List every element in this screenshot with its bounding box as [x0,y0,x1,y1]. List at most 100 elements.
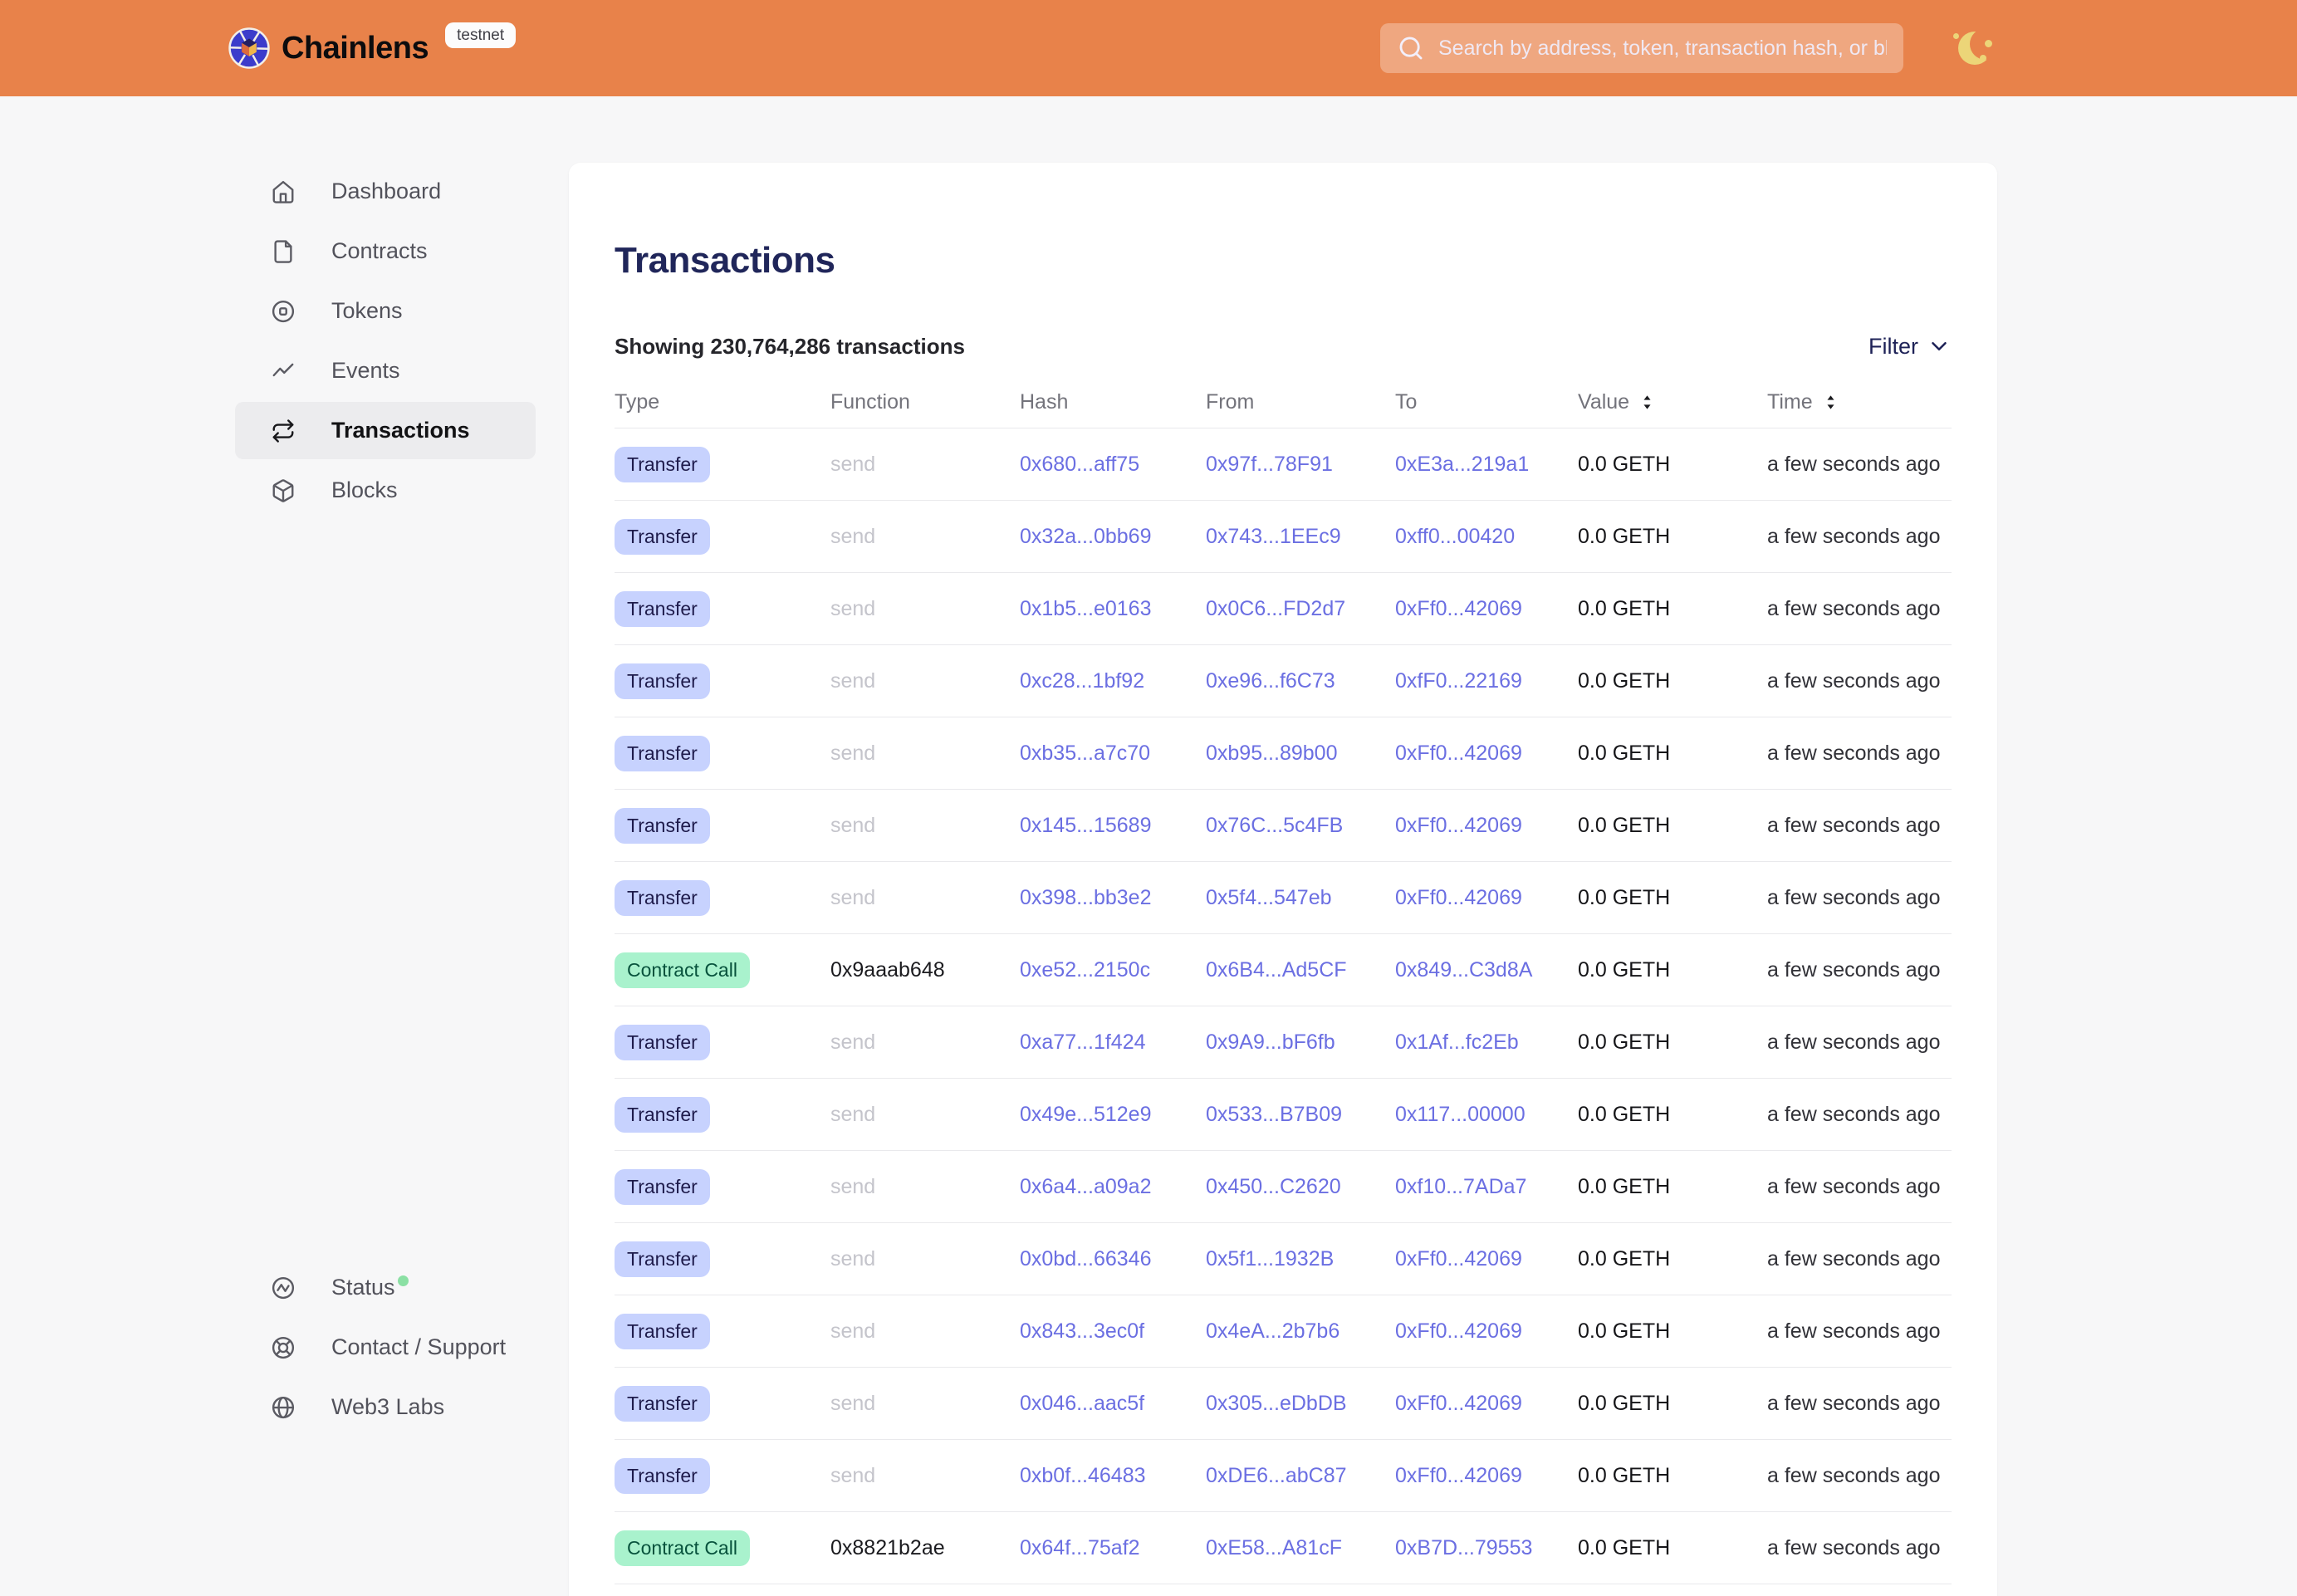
column-header-value[interactable]: Value [1578,390,1767,414]
sort-icon[interactable] [1821,393,1840,412]
filter-button[interactable]: Filter [1868,334,1952,360]
filter-label: Filter [1868,334,1918,360]
hash-link[interactable]: 0x49e...512e9 [1020,1103,1151,1126]
to-link[interactable]: 0xfF0...22169 [1395,669,1522,693]
from-link[interactable]: 0xDE6...abC87 [1206,1464,1347,1487]
sidebar-item-blocks[interactable]: Blocks [235,462,536,519]
function-cell: send [830,886,1020,910]
to-link[interactable]: 0xFf0...42069 [1395,597,1522,620]
from-link[interactable]: 0x5f4...547eb [1206,886,1332,909]
hash-link[interactable]: 0x398...bb3e2 [1020,886,1151,909]
hash-link[interactable]: 0x1b5...e0163 [1020,597,1151,620]
from-link[interactable]: 0x0C6...FD2d7 [1206,597,1345,620]
to-cell: 0xFf0...42069 [1395,1392,1578,1416]
from-link[interactable]: 0x450...C2620 [1206,1175,1341,1198]
to-cell: 0x849...C3d8A [1395,958,1578,982]
sort-icon[interactable] [1638,393,1657,412]
to-link[interactable]: 0xB7D...79553 [1395,1536,1532,1559]
hash-link[interactable]: 0x046...aac5f [1020,1392,1144,1415]
time-cell: a few seconds ago [1767,669,1952,693]
to-link[interactable]: 0x849...C3d8A [1395,958,1532,982]
from-link[interactable]: 0x6B4...Ad5CF [1206,958,1347,982]
hash-link[interactable]: 0x64f...75af2 [1020,1536,1140,1559]
to-link[interactable]: 0x117...00000 [1395,1103,1526,1126]
app-header: Chainlens testnet [0,0,2297,96]
sidebar-footer-item-status[interactable]: Status [235,1259,536,1316]
function-cell: 0x8821b2ae [830,1536,1020,1560]
hash-link[interactable]: 0xa77...1f424 [1020,1031,1146,1054]
table-header-row: TypeFunctionHashFromToValueTime [615,377,1952,428]
sidebar-item-events[interactable]: Events [235,342,536,399]
from-link[interactable]: 0x533...B7B09 [1206,1103,1342,1126]
brand[interactable]: Chainlens testnet [228,27,516,69]
from-cell: 0x743...1EEc9 [1206,525,1395,549]
function-cell: send [830,453,1020,477]
column-header-time[interactable]: Time [1767,390,1952,414]
to-link[interactable]: 0x1Af...fc2Eb [1395,1031,1519,1054]
sidebar-item-label: Contracts [331,238,428,264]
function-cell: send [830,1031,1020,1055]
document-icon [271,239,296,264]
hash-cell: 0x145...15689 [1020,814,1206,838]
from-link[interactable]: 0x305...eDbDB [1206,1392,1347,1415]
hash-link[interactable]: 0x680...aff75 [1020,453,1139,476]
from-link[interactable]: 0x76C...5c4FB [1206,814,1343,837]
from-link[interactable]: 0xe96...f6C73 [1206,669,1335,693]
time-cell: a few seconds ago [1767,1175,1952,1199]
sidebar-item-label: Contact / Support [331,1334,506,1360]
time-cell: a few seconds ago [1767,742,1952,766]
from-link[interactable]: 0x97f...78F91 [1206,453,1333,476]
hash-link[interactable]: 0xb0f...46483 [1020,1464,1146,1487]
to-link[interactable]: 0xf10...7ADa7 [1395,1175,1526,1198]
to-link[interactable]: 0xFf0...42069 [1395,1464,1522,1487]
sidebar-item-dashboard[interactable]: Dashboard [235,163,536,220]
type-badge: Contract Call [615,1530,750,1566]
sidebar-item-label: Transactions [331,418,470,443]
value-cell: 0.0 GETH [1578,814,1767,838]
to-link[interactable]: 0xFf0...42069 [1395,1319,1522,1343]
hash-link[interactable]: 0xb35...a7c70 [1020,742,1150,765]
from-link[interactable]: 0xb95...89b00 [1206,742,1337,765]
time-cell: a few seconds ago [1767,814,1952,838]
from-cell: 0x0C6...FD2d7 [1206,597,1395,621]
to-link[interactable]: 0xff0...00420 [1395,525,1515,548]
to-link[interactable]: 0xFf0...42069 [1395,886,1522,909]
transaction-row: Transfersend0x0bd...663460x5f1...1932B0x… [615,1223,1952,1295]
hash-link[interactable]: 0xe52...2150c [1020,958,1150,982]
dark-mode-toggle[interactable] [1953,27,2000,73]
to-link[interactable]: 0xFf0...42069 [1395,814,1522,837]
transaction-row: Transfersend0x49e...512e90x533...B7B090x… [615,1079,1952,1151]
column-label: Hash [1020,390,1068,414]
value-cell: 0.0 GETH [1578,1536,1767,1560]
type-cell: Transfer [615,1169,830,1205]
from-cell: 0x533...B7B09 [1206,1103,1395,1127]
hash-link[interactable]: 0x32a...0bb69 [1020,525,1151,548]
type-cell: Transfer [615,447,830,482]
search-input[interactable] [1438,37,1887,61]
to-link[interactable]: 0xFf0...42069 [1395,742,1522,765]
function-cell: send [830,1247,1020,1271]
trend-line-icon [271,359,296,384]
hash-link[interactable]: 0xc28...1bf92 [1020,669,1144,693]
sidebar-item-transactions[interactable]: Transactions [235,402,536,459]
to-link[interactable]: 0xE3a...219a1 [1395,453,1529,476]
moon-icon [1953,27,2000,73]
from-link[interactable]: 0x743...1EEc9 [1206,525,1341,548]
from-link[interactable]: 0x9A9...bF6fb [1206,1031,1335,1054]
hash-link[interactable]: 0x145...15689 [1020,814,1151,837]
function-cell: send [830,814,1020,838]
hash-link[interactable]: 0x0bd...66346 [1020,1247,1151,1270]
from-link[interactable]: 0xE58...A81cF [1206,1536,1342,1559]
from-link[interactable]: 0x4eA...2b7b6 [1206,1319,1340,1343]
sidebar-item-contracts[interactable]: Contracts [235,223,536,280]
sidebar-item-tokens[interactable]: Tokens [235,282,536,340]
from-link[interactable]: 0x5f1...1932B [1206,1247,1334,1270]
hash-link[interactable]: 0x843...3ec0f [1020,1319,1144,1343]
hash-link[interactable]: 0x6a4...a09a2 [1020,1175,1151,1198]
column-label: To [1395,390,1417,414]
sidebar-footer-item-contact-support[interactable]: Contact / Support [235,1319,536,1376]
transaction-row: Transfersend0xb35...a7c700xb95...89b000x… [615,717,1952,790]
to-link[interactable]: 0xFf0...42069 [1395,1392,1522,1415]
sidebar-footer-item-web3-labs[interactable]: Web3 Labs [235,1378,536,1436]
to-link[interactable]: 0xFf0...42069 [1395,1247,1522,1270]
